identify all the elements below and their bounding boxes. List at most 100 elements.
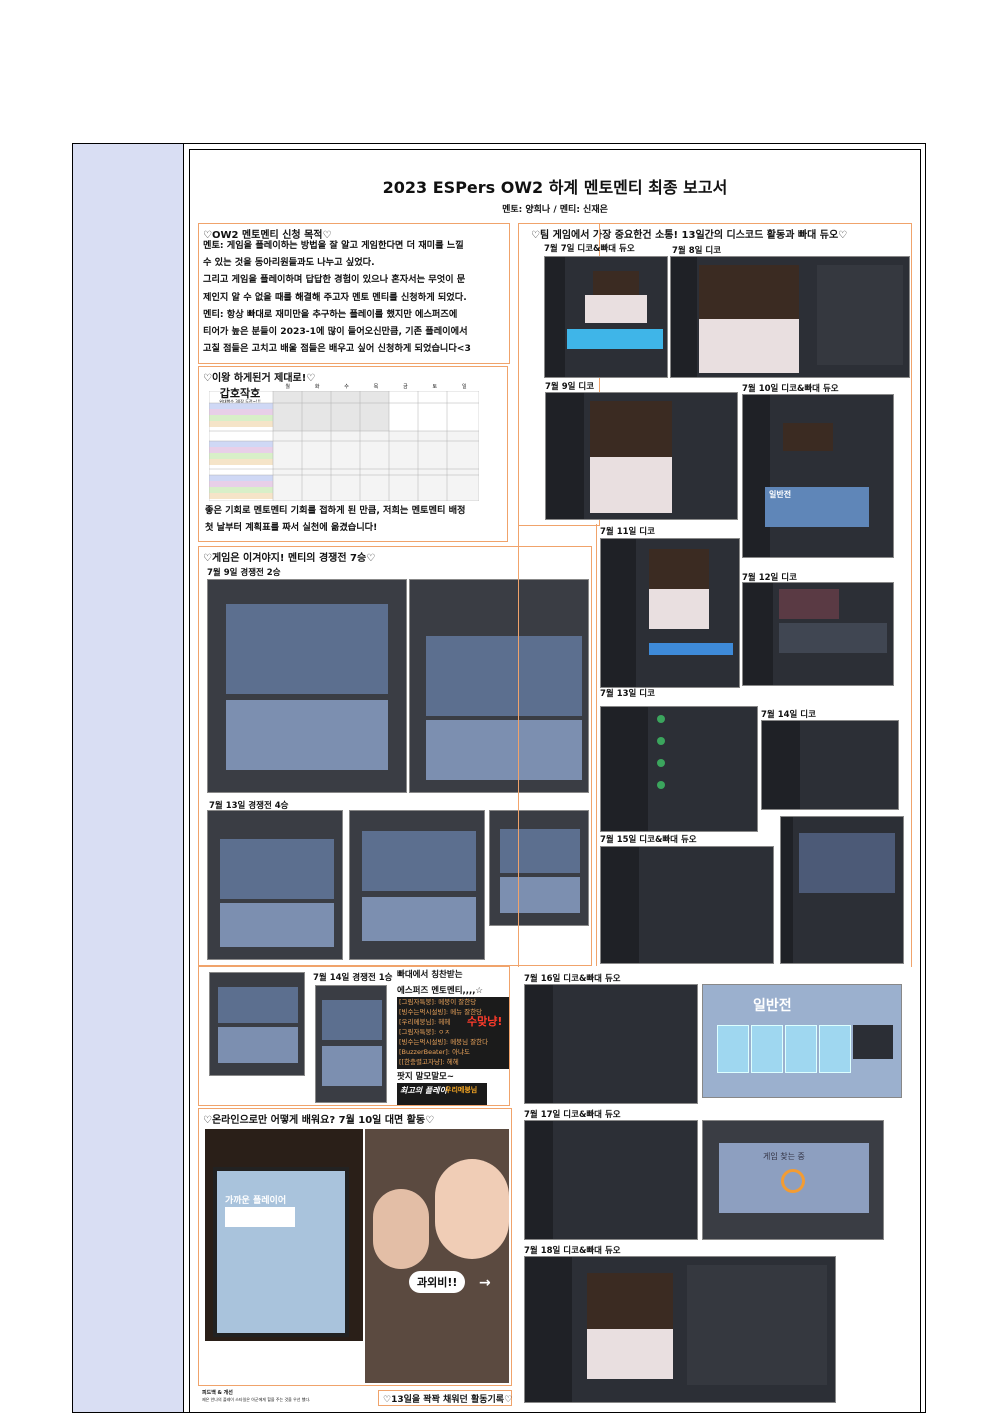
chat-line: [그림자특붕]: 메붕이 잘한당	[399, 998, 477, 1006]
best-play-banner: 최고의 플레이 우리메붕님	[397, 1083, 487, 1105]
praise-sticker: 수맞냥!	[467, 1015, 503, 1028]
ow-lobby-panel	[322, 1000, 382, 1040]
purpose-box: ♡OW2 멘토멘티 신청 목적♡ 멘토: 게임을 플레이하는 방법을 잘 알고 …	[198, 223, 510, 364]
day-label: 금	[403, 384, 408, 390]
ow-score-panel	[322, 1046, 382, 1086]
table-label-column	[73, 144, 184, 1412]
chat-line: [그림자특붕]: ㅇㅈ	[399, 1028, 451, 1036]
praise-chat-log: [그림자특붕]: 메붕이 잘한당 [빙수는먹시설빙]: 메뉴 잘한당 [우리메붕…	[397, 997, 509, 1069]
plan-line: 좋은 기회로 멘토멘티 기회를 접하게 된 만큼, 저희는 멘토멘티 배정	[205, 505, 466, 516]
praise-heading-1: 빠대에서 칭찬받는	[397, 970, 463, 980]
competitive-heading: ♡게임은 이겨야지! 멘티의 경쟁전 7승♡	[203, 553, 376, 564]
ow-score-panel	[218, 1027, 298, 1063]
day-label: 목	[373, 384, 379, 390]
ow-mode-screenshot: 일반전	[702, 984, 902, 1098]
discord-screenshot	[780, 816, 904, 964]
records-heading: ♡13일을 꽉꽉 채워던 활동기록♡	[383, 1395, 513, 1405]
purpose-text: 멘토: 게임을 플레이하는 방법을 잘 알고 게임한다면 더 재미를 느낄 수 …	[203, 237, 507, 357]
day-label: 수	[344, 384, 349, 390]
offline-heading: ♡온라인으로만 어떻게 배워요? 7월 10일 대면 활동♡	[203, 1115, 435, 1126]
competitive-screenshot	[207, 810, 343, 960]
purpose-line: 멘토: 게임을 플레이하는 방법을 잘 알고 게임한다면 더 재미를 느낄	[203, 240, 464, 251]
discord-caption: 7월 15일 디코&빠대 듀오	[600, 835, 697, 845]
discord-screenshot: 일반전	[742, 394, 894, 558]
schedule-grid-graphic	[208, 390, 480, 502]
discord-screenshot	[670, 256, 910, 378]
competitive-screenshot	[315, 985, 387, 1103]
discord-screenshot	[544, 256, 668, 378]
feedback-label: 피드백 & 개선	[202, 1390, 233, 1396]
ow-score-panel	[226, 700, 388, 770]
selfie-face	[373, 1189, 429, 1269]
offline-box: ♡온라인으로만 어떻게 배워요? 7월 10일 대면 활동♡ 가까운 플레이어 …	[198, 1108, 512, 1386]
chat-line: [빙수는먹시설빙]: 메붕님 잘한다	[399, 1038, 489, 1046]
discord-caption: 7월 10일 디코&빠대 듀오	[742, 384, 839, 394]
monitor-text: 가까운 플레이어	[225, 1196, 287, 1206]
ow-lobby-panel	[218, 987, 298, 1023]
discord-caption: 7월 18일 디코&빠대 듀오	[524, 1246, 621, 1256]
plan-box: ♡이왕 하게된거 제대로!♡ 갑호작호 위대했수 30장 도전~!!! 월 화 …	[198, 366, 508, 542]
discord-screenshot: 게임 찾는 중	[702, 1120, 884, 1240]
purpose-line: 멘티: 항상 빠대로 재미만을 추구하는 플레이를 했지만 에스퍼즈에	[203, 308, 458, 320]
records-box: ♡13일을 꽉꽉 채워던 활동기록♡	[378, 1390, 512, 1406]
praise-caption: 팟지 말모말모~	[397, 1072, 455, 1082]
day-label: 월	[285, 384, 291, 390]
competitive-screenshot	[207, 579, 407, 793]
discord-screenshot	[545, 392, 738, 520]
day-label: 화	[314, 384, 320, 390]
plan-text: 좋은 기회로 멘토멘티 기회를 접하게 된 만큼, 저희는 멘토멘티 배정 첫 …	[205, 502, 505, 536]
best-play-name: 우리메붕님	[445, 1086, 478, 1094]
offline-photo-monitor: 가까운 플레이어	[205, 1129, 363, 1341]
discord-screenshot	[524, 1120, 698, 1240]
discord-caption: 7월 7일 디코&빠대 듀오	[544, 244, 635, 254]
ow-lobby-panel	[220, 839, 334, 899]
discord-screenshot	[761, 720, 899, 810]
ow-lobby-panel	[226, 604, 388, 694]
purpose-line: 티어가 높은 분들이 2023-1에 많이 들어오신만큼, 기존 플레이에서	[203, 326, 468, 338]
speech-bubble: 과외비!!	[409, 1271, 466, 1293]
plan-heading: ♡이왕 하게된거 제대로!♡	[203, 373, 316, 384]
discord-caption: 7월 13일 디코	[600, 689, 655, 699]
discord-screenshot	[742, 582, 894, 686]
competitive-screenshot	[349, 810, 485, 960]
chat-line: [BuzzerBeater]: 아냐도	[399, 1048, 471, 1056]
ow-lobby-panel	[362, 831, 476, 891]
ow-score-panel	[220, 903, 334, 947]
report-title: 2023 ESPers OW2 하계 멘토멘티 최종 보고서	[382, 178, 728, 197]
purpose-line: 고칠 점들은 고치고 배울 점들은 배우고 싶어 신청하게 되었습니다<3	[203, 343, 471, 355]
discord-caption: 7월 8일 디코	[672, 246, 722, 256]
feedback-text: 제은 안나의 플레이 스타일은 아군에게 힐을 주는 것을 우선 했다.	[202, 1397, 311, 1402]
report-subtitle: 멘토: 양희나 / 멘티: 신재은	[502, 205, 608, 215]
day-label: 일	[461, 384, 467, 390]
purpose-line: 그리고 게임을 플레이하며 답답한 경험이 있으나 혼자서는 무엇이 문	[203, 274, 466, 286]
competitive-caption-3: 7월 14일 경쟁전 1승	[313, 973, 393, 983]
arrow-right-icon: →	[479, 1275, 491, 1291]
ow-score-panel	[362, 897, 476, 941]
offline-photo-selfie: 과외비!! →	[365, 1129, 509, 1383]
schedule-days: 월 화 수 목 금 토 일	[273, 383, 479, 390]
discord-screenshot	[524, 984, 698, 1104]
competitive-box-2: 7월 14일 경쟁전 1승 빠대에서 칭찬받는 에스퍼즈 멘토멘티,,,,☆ […	[198, 966, 510, 1106]
competitive-screenshot	[209, 972, 305, 1076]
game-mode-label: 일반전	[769, 490, 792, 499]
monitor-card	[225, 1207, 295, 1227]
chat-line: [[한충렬고자냥]: 헤헤	[399, 1058, 459, 1066]
competitive-caption-1: 7월 9일 경쟁전 2승	[207, 568, 281, 578]
purpose-line: 수 있는 것을 동아리원들과도 나누고 싶었다.	[203, 257, 375, 269]
best-play-label: 최고의 플레이	[400, 1086, 447, 1095]
discord-caption: 7월 11일 디코	[600, 527, 655, 537]
selfie-face	[435, 1159, 509, 1259]
discord-caption: 7월 9일 디코	[545, 382, 595, 392]
game-mode-label: 일반전	[753, 998, 792, 1014]
discord-screenshot	[600, 538, 740, 688]
praise-panel: 빠대에서 칭찬받는 에스퍼즈 멘토멘티,,,,☆ [그림자특붕]: 메붕이 잘한…	[393, 967, 511, 1107]
discord-screenshot	[600, 846, 774, 964]
praise-heading-2: 에스퍼즈 멘토멘티,,,,☆	[397, 986, 484, 996]
schedule-grid	[208, 390, 480, 502]
schedule-image: 갑호작호 위대했수 30장 도전~!!! 월 화 수 목 금 토 일	[207, 383, 480, 502]
discord-screenshot	[524, 1256, 836, 1403]
purpose-line: 제인지 알 수 없을 때를 해결해 주고자 멘토 멘티를 신청하게 되었다.	[203, 291, 467, 303]
overwatch-logo-icon	[781, 1169, 805, 1193]
discord-caption: 7월 16일 디코&빠대 듀오	[524, 974, 621, 984]
day-label: 토	[432, 384, 438, 390]
